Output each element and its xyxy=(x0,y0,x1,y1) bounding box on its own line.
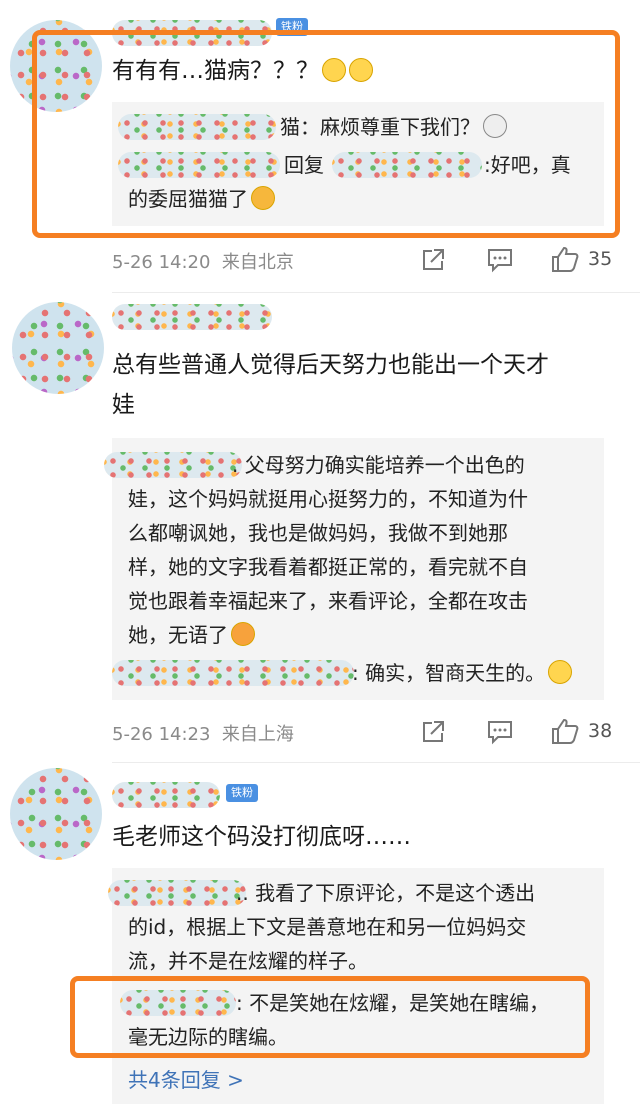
comment-icon xyxy=(488,721,512,745)
comment-icon xyxy=(488,249,512,273)
avatar[interactable] xyxy=(10,768,102,860)
highlight-box xyxy=(70,976,590,1058)
highlight-box xyxy=(32,30,620,238)
like-count: 38 xyxy=(588,720,613,742)
reply-text: 她，无语了 xyxy=(128,618,255,652)
reply-text: 的id，根据上下文是善意地在和另一位妈妈交 xyxy=(128,915,527,939)
divider xyxy=(112,762,640,763)
share-icon xyxy=(423,249,444,270)
reply-text: : 确实，智商天生的。 xyxy=(352,656,573,690)
divider xyxy=(112,292,640,293)
share-button[interactable] xyxy=(420,247,446,273)
reply-text: 觉也跟着幸福起来了，来看评论，全都在攻击 xyxy=(128,589,528,613)
reply-text: 么都嘲讽她，我也是做妈妈，我做不到她那 xyxy=(128,521,508,545)
like-count: 35 xyxy=(588,248,613,270)
reply-text: 流，并不是在炫耀的样子。 xyxy=(128,949,368,973)
username-redacted[interactable] xyxy=(112,782,220,808)
comment-time: 5-26 14:20 来自北京 xyxy=(112,252,294,273)
reply-text: 娃，这个妈妈就挺用心挺努力的，不知道为什 xyxy=(128,487,528,511)
comment-time: 5-26 14:23 来自上海 xyxy=(112,724,294,745)
comment-text: 娃 xyxy=(112,392,135,418)
reply-username-redacted[interactable] xyxy=(104,452,242,478)
thumbs-up-icon xyxy=(552,246,579,272)
like-button[interactable]: 35 xyxy=(550,245,612,273)
fan-badge: 铁粉 xyxy=(226,784,258,802)
view-more-replies-link[interactable]: 共4条回复 > xyxy=(128,1064,244,1093)
reply-username-redacted[interactable] xyxy=(108,880,246,906)
thumbs-up-icon xyxy=(552,718,579,744)
sweat-emoji-icon xyxy=(231,622,255,646)
comment-button[interactable] xyxy=(486,719,514,745)
reply-text: 样，她的文字我看着都挺正常的，看完就不自 xyxy=(128,555,528,579)
like-button[interactable]: 38 xyxy=(550,717,612,745)
avatar[interactable] xyxy=(12,302,104,394)
comment-button[interactable] xyxy=(486,247,514,273)
reply-text: .. 我看了下原评论，不是这个透出 xyxy=(236,881,536,905)
comment-text: 总有些普通人觉得后天努力也能出一个天才 xyxy=(112,352,549,378)
share-icon xyxy=(423,721,444,742)
share-button[interactable] xyxy=(420,719,446,745)
comment-text: 毛老师这个码没打彻底呀…… xyxy=(112,824,411,850)
username-redacted[interactable] xyxy=(112,304,272,330)
reply-text: . 父母努力确实能培养一个出色的 xyxy=(232,453,525,477)
grin-emoji-icon xyxy=(548,660,573,684)
reply-username-redacted[interactable] xyxy=(112,660,354,686)
